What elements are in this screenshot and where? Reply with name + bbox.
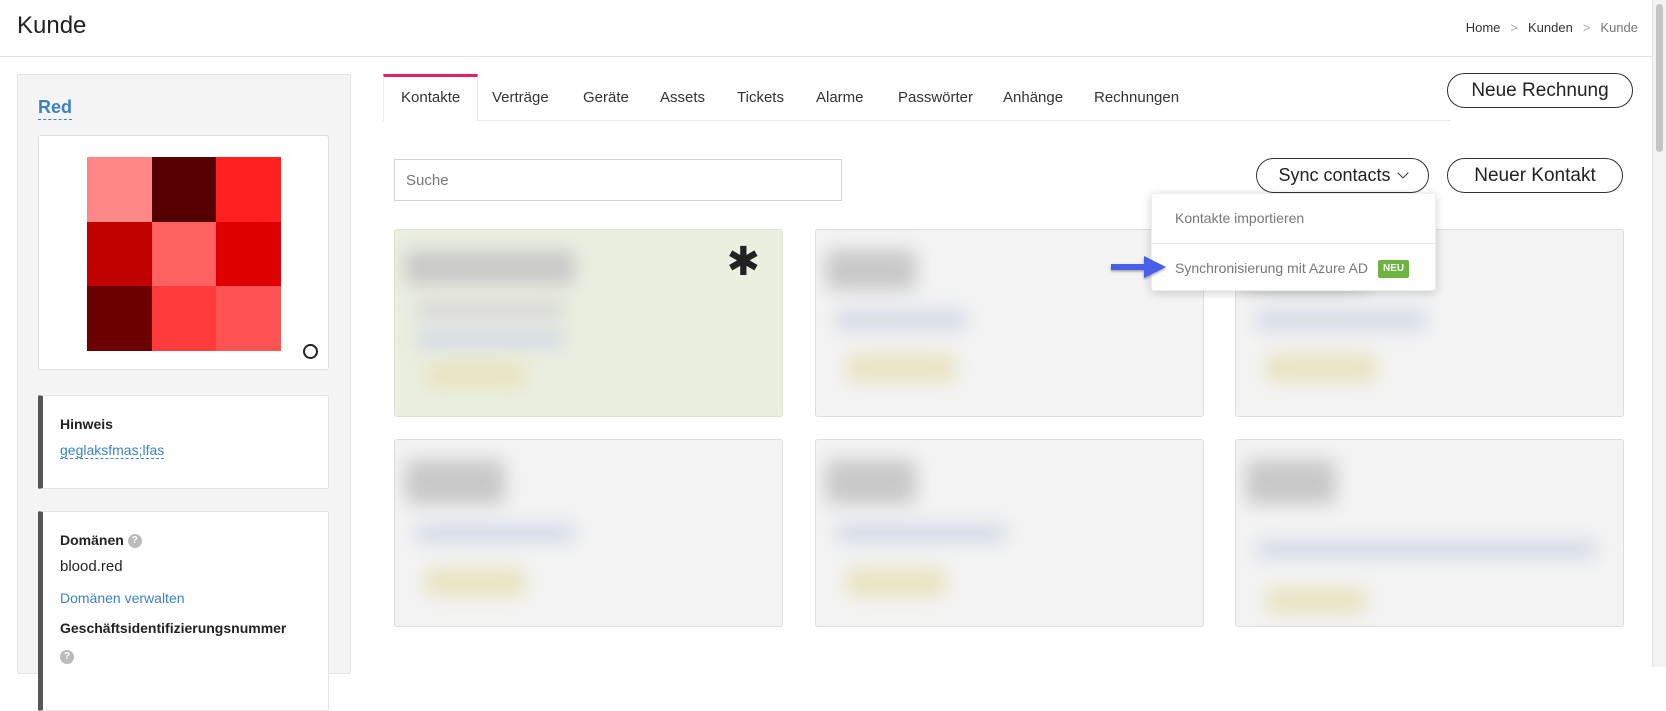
avatar-cell — [151, 221, 217, 287]
avatar-edit-icon[interactable] — [303, 344, 318, 359]
import-contacts-item[interactable]: Kontakte importieren — [1152, 194, 1435, 242]
contact-card[interactable]: ✱ — [394, 229, 783, 417]
sync-contacts-dropdown: Kontakte importieren Synchronisierung mi… — [1151, 193, 1436, 291]
avatar-cell — [87, 221, 152, 287]
contact-card[interactable] — [815, 439, 1204, 627]
favorite-icon[interactable]: ✱ — [726, 242, 760, 282]
note-card: Hinweis geglaksfmas;lfas — [38, 395, 329, 489]
page-header: Kunde Home > Kunden > Kunde — [0, 0, 1652, 57]
annotation-arrow-icon — [1111, 256, 1166, 278]
business-id-label: Geschäftsidentifizierungsnummer — [60, 620, 287, 636]
avatar-cell — [151, 286, 217, 351]
tab-contacts[interactable]: Kontakte — [383, 74, 479, 122]
contact-card[interactable] — [1235, 439, 1624, 627]
scrollbar-thumb[interactable] — [1656, 4, 1663, 152]
customer-sidebar: Red Hinweis geglaksfmas;lfas Domänen? bl… — [17, 74, 351, 711]
azure-ad-sync-item[interactable]: Synchronisierung mit Azure AD NEU — [1152, 243, 1435, 291]
manage-domains-link[interactable]: Domänen verwalten — [60, 590, 185, 606]
new-invoice-button[interactable]: Neue Rechnung — [1447, 73, 1633, 108]
contact-card[interactable] — [394, 439, 783, 627]
tab-alarms[interactable]: Alarme — [799, 74, 881, 121]
domains-heading: Domänen? — [60, 532, 142, 549]
breadcrumb-separator: > — [1582, 20, 1591, 35]
sync-contacts-button[interactable]: Sync contacts — [1256, 158, 1429, 193]
note-label: Hinweis — [60, 416, 113, 432]
help-icon[interactable]: ? — [127, 534, 142, 549]
avatar-identicon — [87, 157, 281, 351]
breadcrumb-current: Kunde — [1600, 20, 1638, 35]
avatar-cell — [151, 157, 217, 222]
search-input[interactable] — [394, 159, 842, 201]
avatar-cell — [216, 286, 281, 351]
azure-ad-sync-label: Synchronisierung mit Azure AD — [1175, 260, 1368, 276]
domains-card: Domänen? blood.red Domänen verwalten Ges… — [38, 511, 329, 711]
breadcrumb-customers[interactable]: Kunden — [1528, 20, 1573, 35]
page-scrollbar[interactable] — [1652, 0, 1666, 667]
new-contact-button[interactable]: Neuer Kontakt — [1447, 158, 1623, 193]
sync-contacts-label: Sync contacts — [1278, 165, 1391, 185]
tab-contracts[interactable]: Verträge — [475, 74, 566, 121]
tab-assets[interactable]: Assets — [643, 74, 722, 121]
tab-devices[interactable]: Geräte — [566, 74, 646, 121]
chevron-down-icon — [1396, 167, 1409, 179]
help-icon[interactable]: ? — [60, 650, 74, 664]
customer-name[interactable]: Red — [38, 97, 73, 120]
avatar-cell — [87, 157, 152, 222]
customer-avatar — [38, 135, 329, 370]
avatar-cell — [87, 286, 152, 351]
new-badge: NEU — [1377, 260, 1410, 279]
domains-label: Domänen — [60, 532, 124, 548]
breadcrumb-home[interactable]: Home — [1466, 20, 1501, 35]
tab-tickets[interactable]: Tickets — [720, 74, 801, 121]
breadcrumb-separator: > — [1510, 20, 1518, 35]
avatar-cell — [216, 221, 281, 287]
tab-invoices[interactable]: Rechnungen — [1077, 74, 1196, 121]
page-title: Kunde — [17, 12, 87, 39]
tab-passwords[interactable]: Passwörter — [881, 74, 990, 121]
note-value[interactable]: geglaksfmas;lfas — [60, 442, 165, 459]
customer-tabs: Kontakte Verträge Geräte Assets Tickets … — [383, 74, 1451, 122]
domain-value: blood.red — [60, 558, 123, 575]
breadcrumb: Home > Kunden > Kunde — [1466, 20, 1638, 35]
tab-attachments[interactable]: Anhänge — [986, 74, 1080, 121]
avatar-cell — [216, 157, 281, 222]
